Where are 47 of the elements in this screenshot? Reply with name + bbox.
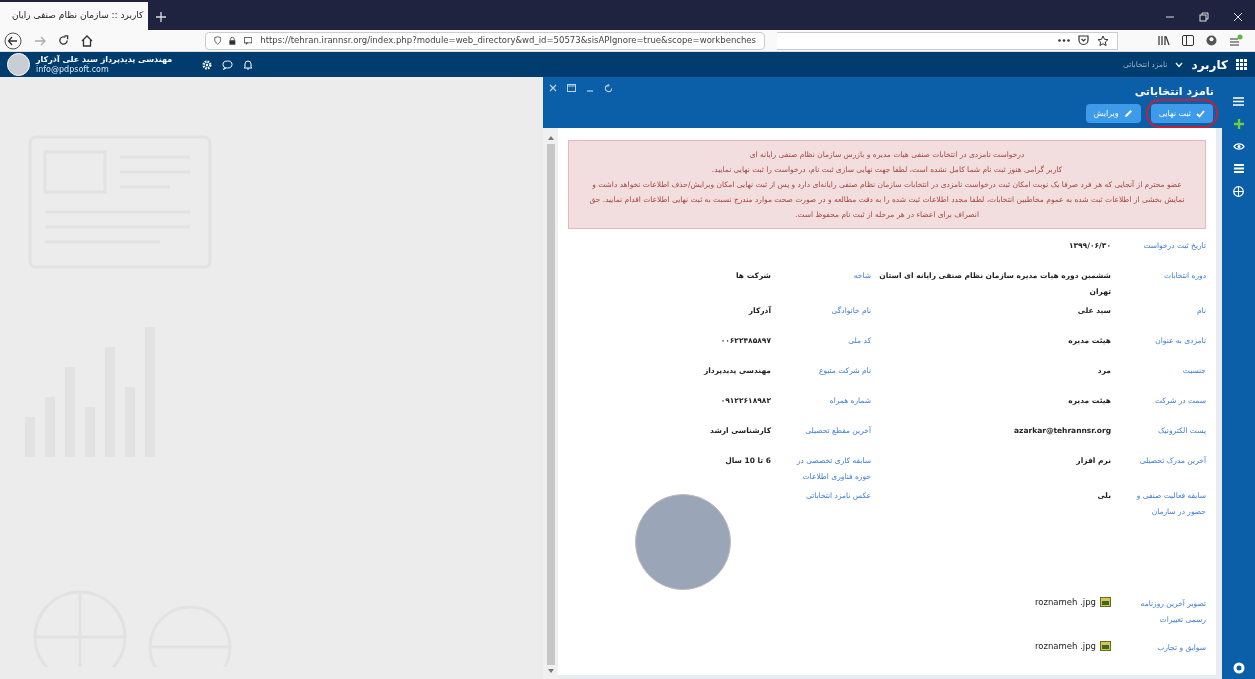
user-name: مهندسی پدیدپرداز سید علی آذرکار — [36, 54, 173, 65]
sidebar-icon[interactable] — [1182, 35, 1194, 46]
menu-icon[interactable] — [1233, 97, 1244, 106]
user-email: info@pdpsoft.com — [36, 64, 110, 75]
close-icon[interactable] — [1233, 12, 1243, 22]
maximize-icon[interactable] — [567, 84, 576, 92]
scroll-down-icon[interactable] — [547, 669, 554, 673]
home-icon[interactable] — [81, 34, 93, 47]
pencil-icon — [1123, 109, 1133, 118]
avatar — [7, 53, 30, 76]
chevron-down-icon[interactable] — [1175, 61, 1184, 68]
refresh-icon[interactable] — [604, 83, 613, 93]
menu-icon[interactable] — [1229, 34, 1243, 47]
image-file-icon — [1100, 597, 1111, 608]
new-tab-icon[interactable] — [156, 12, 166, 22]
page-actions-icon[interactable] — [1058, 39, 1070, 42]
add-icon[interactable] — [1233, 119, 1244, 129]
url-text: https://tehran.irannsr.org/index.php?module=web_directory&wd_id=50573&sisAPIgnore=true&scope=workbenches — [260, 34, 756, 47]
globe-icon[interactable] — [1233, 186, 1244, 197]
back-icon[interactable] — [4, 31, 22, 50]
image-file-icon — [1100, 641, 1111, 652]
library-icon[interactable] — [1158, 35, 1170, 46]
apps-grid-icon[interactable] — [1236, 59, 1247, 70]
pocket-icon[interactable] — [1078, 35, 1089, 46]
scrollbar-thumb[interactable] — [546, 144, 555, 665]
bell-icon[interactable] — [243, 59, 254, 70]
check-icon — [1196, 109, 1205, 118]
bookmark-star-icon[interactable] — [1097, 34, 1109, 47]
panel-title: نامزد انتخاباتی — [1134, 83, 1215, 100]
lock-icon — [229, 35, 237, 46]
eye-icon[interactable] — [1232, 142, 1245, 151]
info-circle-icon[interactable] — [1232, 662, 1245, 674]
reload-icon[interactable] — [58, 35, 69, 46]
scroll-up-icon[interactable] — [547, 136, 554, 140]
tab-title: کاربرد :: سازمان نظام صنفی رایان — [12, 9, 144, 23]
file-link[interactable]: roznameh .jpg — [1034, 596, 1096, 609]
settings-icon[interactable] — [202, 59, 213, 70]
permissions-icon — [244, 35, 253, 46]
address-bar[interactable]: https://tehran.irannsr.org/index.php?module=web_directory&wd_id=50573&sisAPIgnore=true&scope=workbenches — [205, 31, 765, 50]
account-icon[interactable] — [1206, 35, 1217, 46]
file-link[interactable]: roznameh .jpg — [1034, 640, 1096, 653]
browser-tab[interactable]: کاربرد :: سازمان نظام صنفی رایان — [0, 2, 148, 30]
restore-icon[interactable] — [1199, 12, 1209, 22]
chat-icon[interactable] — [222, 59, 234, 70]
app-title: کاربرد — [1191, 56, 1228, 74]
list-icon[interactable] — [1233, 164, 1244, 173]
shield-icon — [214, 35, 222, 46]
